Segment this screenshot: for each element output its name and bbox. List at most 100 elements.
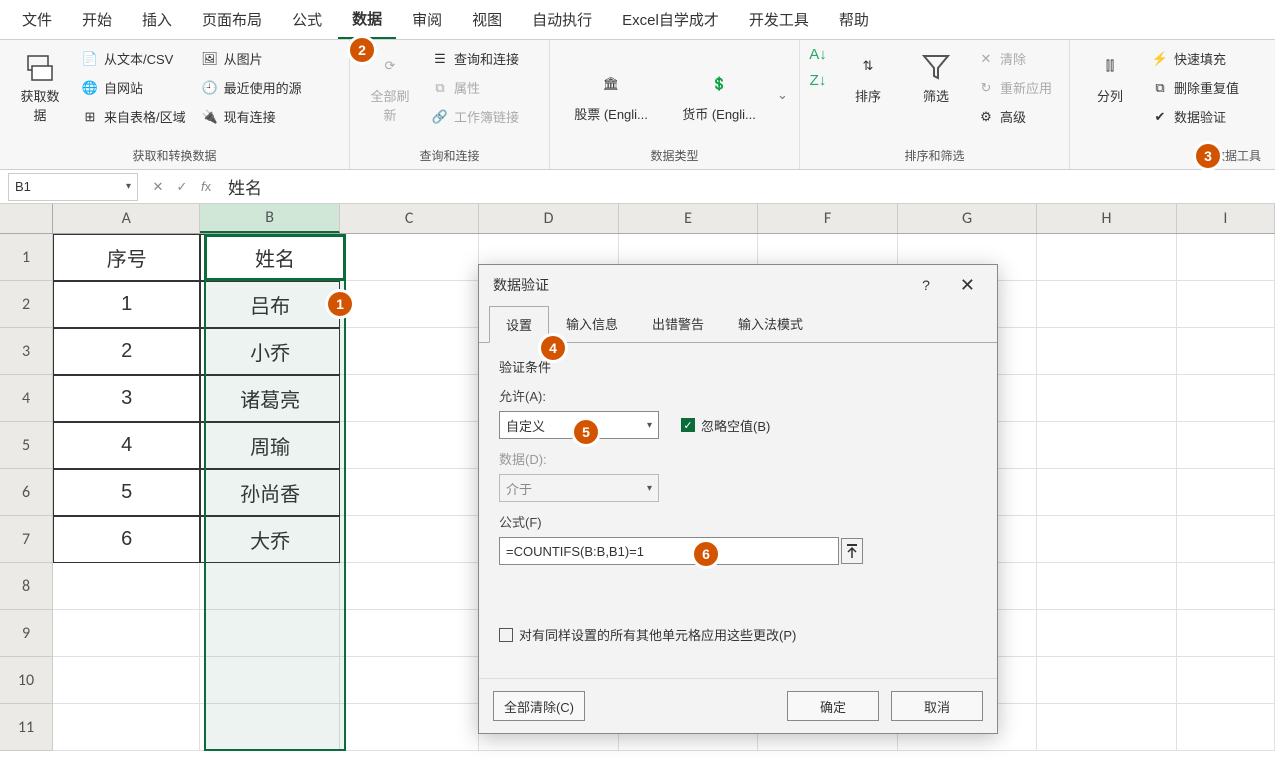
from-text-csv[interactable]: 📄从文本/CSV xyxy=(78,46,190,71)
accept-formula[interactable]: ✓ xyxy=(170,175,194,199)
cell-H5[interactable] xyxy=(1037,422,1176,469)
cell-A5[interactable]: 4 xyxy=(53,422,200,469)
help-button[interactable]: ? xyxy=(922,277,930,293)
range-picker-button[interactable] xyxy=(841,538,863,564)
row-header[interactable]: 2 xyxy=(0,281,53,328)
cell-H11[interactable] xyxy=(1037,704,1176,751)
data-validation[interactable]: ✔数据验证 xyxy=(1148,104,1243,129)
cell-A4[interactable]: 3 xyxy=(53,375,200,422)
cell-A10[interactable] xyxy=(53,657,200,704)
menu-help[interactable]: 帮助 xyxy=(825,1,883,38)
cell-A11[interactable] xyxy=(53,704,200,751)
row-header[interactable]: 4 xyxy=(0,375,53,422)
sort-asc-icon[interactable]: A↓ xyxy=(810,46,826,62)
cell-H9[interactable] xyxy=(1037,610,1176,657)
cell-B2[interactable]: 吕布 xyxy=(200,281,340,328)
cell-I3[interactable] xyxy=(1177,328,1275,375)
cell-I5[interactable] xyxy=(1177,422,1275,469)
cell-A2[interactable]: 1 xyxy=(53,281,200,328)
cell-C2[interactable] xyxy=(340,281,479,328)
row-header[interactable]: 5 xyxy=(0,422,53,469)
tab-input-msg[interactable]: 输入信息 xyxy=(549,305,635,342)
cell-B8[interactable] xyxy=(200,563,339,610)
close-button[interactable]: ✕ xyxy=(952,271,983,300)
cell-B1[interactable]: 姓名 xyxy=(200,234,340,281)
from-web[interactable]: 🌐自网站 xyxy=(78,75,190,100)
ignore-blank-checkbox[interactable]: ✓ 忽略空值(B) xyxy=(681,416,770,435)
menu-data[interactable]: 数据 xyxy=(338,0,396,39)
row-header[interactable]: 3 xyxy=(0,328,53,375)
cell-A7[interactable]: 6 xyxy=(53,516,200,563)
col-header-e[interactable]: E xyxy=(619,204,758,233)
cell-C1[interactable] xyxy=(340,234,479,281)
cell-A9[interactable] xyxy=(53,610,200,657)
cell-B7[interactable]: 大乔 xyxy=(200,516,340,563)
cell-B4[interactable]: 诸葛亮 xyxy=(200,375,340,422)
cell-C8[interactable] xyxy=(340,563,479,610)
fx-button[interactable]: fx xyxy=(194,175,218,199)
advanced[interactable]: ⚙高级 xyxy=(974,104,1056,129)
existing-conn[interactable]: 🔌现有连接 xyxy=(198,104,306,129)
cell-C11[interactable] xyxy=(340,704,479,751)
menu-custom[interactable]: Excel自学成才 xyxy=(608,1,733,38)
row-header[interactable]: 8 xyxy=(0,563,53,610)
menu-insert[interactable]: 插入 xyxy=(128,1,186,38)
apply-to-others-checkbox[interactable]: 对有同样设置的所有其他单元格应用这些更改(P) xyxy=(499,625,977,644)
cell-I11[interactable] xyxy=(1177,704,1275,751)
menu-home[interactable]: 开始 xyxy=(68,1,126,38)
cell-I8[interactable] xyxy=(1177,563,1275,610)
sort-desc-icon[interactable]: Z↓ xyxy=(810,72,826,88)
cell-B9[interactable] xyxy=(200,610,339,657)
col-header-d[interactable]: D xyxy=(479,204,618,233)
cell-B10[interactable] xyxy=(200,657,339,704)
cell-H8[interactable] xyxy=(1037,563,1176,610)
cell-I10[interactable] xyxy=(1177,657,1275,704)
formula-input-box[interactable]: =COUNTIFS(B:B,B1)=1 xyxy=(499,537,839,565)
menu-file[interactable]: 文件 xyxy=(8,1,66,38)
chevron-down-icon[interactable]: ▾ xyxy=(126,181,131,192)
flash-fill[interactable]: ⚡快速填充 xyxy=(1148,46,1243,71)
cell-H7[interactable] xyxy=(1037,516,1176,563)
cell-A3[interactable]: 2 xyxy=(53,328,200,375)
cancel-button[interactable]: 取消 xyxy=(891,691,983,721)
cell-A1[interactable]: 序号 xyxy=(53,234,200,281)
tab-ime-mode[interactable]: 输入法模式 xyxy=(721,305,820,342)
cell-I1[interactable] xyxy=(1177,234,1275,281)
row-header[interactable]: 11 xyxy=(0,704,53,751)
cell-H2[interactable] xyxy=(1037,281,1176,328)
cell-H10[interactable] xyxy=(1037,657,1176,704)
col-header-g[interactable]: G xyxy=(898,204,1037,233)
row-header[interactable]: 7 xyxy=(0,516,53,563)
text-to-columns[interactable]: ⫿⫿ 分列 xyxy=(1080,46,1140,109)
cell-B11[interactable] xyxy=(200,704,339,751)
row-header[interactable]: 1 xyxy=(0,234,53,281)
cell-I2[interactable] xyxy=(1177,281,1275,328)
col-header-a[interactable]: A xyxy=(53,204,200,233)
cell-C9[interactable] xyxy=(340,610,479,657)
cell-A6[interactable]: 5 xyxy=(53,469,200,516)
col-header-h[interactable]: H xyxy=(1037,204,1176,233)
cell-A8[interactable] xyxy=(53,563,200,610)
menu-layout[interactable]: 页面布局 xyxy=(188,1,276,38)
tab-settings[interactable]: 设置 xyxy=(489,306,549,343)
col-header-f[interactable]: F xyxy=(758,204,897,233)
cell-H4[interactable] xyxy=(1037,375,1176,422)
cell-C6[interactable] xyxy=(340,469,479,516)
cell-C5[interactable] xyxy=(340,422,479,469)
col-header-b[interactable]: B xyxy=(200,204,339,233)
ok-button[interactable]: 确定 xyxy=(787,691,879,721)
menu-review[interactable]: 审阅 xyxy=(398,1,456,38)
menu-formula[interactable]: 公式 xyxy=(278,1,336,38)
cell-C3[interactable] xyxy=(340,328,479,375)
chevron-down-icon[interactable]: ⌄ xyxy=(777,87,788,103)
from-table[interactable]: ⊞来自表格/区域 xyxy=(78,104,190,129)
cell-I4[interactable] xyxy=(1177,375,1275,422)
select-all-corner[interactable] xyxy=(0,204,53,233)
sort-button[interactable]: ⇅ 排序 xyxy=(838,46,898,109)
cell-B3[interactable]: 小乔 xyxy=(200,328,340,375)
menu-dev[interactable]: 开发工具 xyxy=(735,1,823,38)
cell-H3[interactable] xyxy=(1037,328,1176,375)
cell-C10[interactable] xyxy=(340,657,479,704)
row-header[interactable]: 9 xyxy=(0,610,53,657)
currency[interactable]: 💲 货币 (Engli... xyxy=(669,64,769,127)
